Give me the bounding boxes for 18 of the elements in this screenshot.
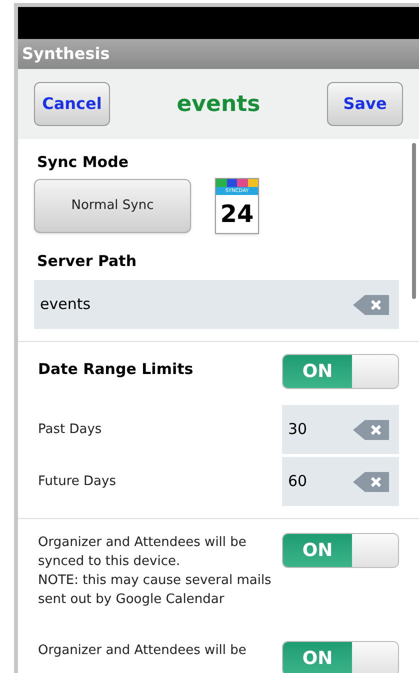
header-title: events [176, 90, 260, 118]
section-label: Server Path [37, 250, 138, 272]
number-field[interactable]: 60 [282, 457, 399, 506]
cancel-button[interactable]: Cancel [34, 82, 110, 126]
field-label: Future Days [38, 472, 116, 491]
section-label: Date Range Limits [38, 359, 194, 380]
clear-icon[interactable] [353, 472, 389, 492]
number-field[interactable]: 30 [282, 405, 399, 454]
field-label: Past Days [38, 420, 102, 439]
section-label: Sync Mode [37, 152, 130, 173]
option-description: Organizer and Attendees will be synced to this device. NOTE: this may cause several mails sent out by Google Calendar [38, 534, 272, 609]
option-description: Organizer and Attendees will be [38, 642, 248, 660]
clear-icon[interactable] [353, 420, 389, 440]
save-button[interactable]: Save [327, 82, 403, 126]
clear-icon[interactable] [353, 294, 389, 314]
sync-mode-button[interactable]: Normal Sync [34, 178, 191, 232]
window-title: Synthesis [22, 43, 110, 65]
server-path-field[interactable]: events [34, 280, 399, 329]
